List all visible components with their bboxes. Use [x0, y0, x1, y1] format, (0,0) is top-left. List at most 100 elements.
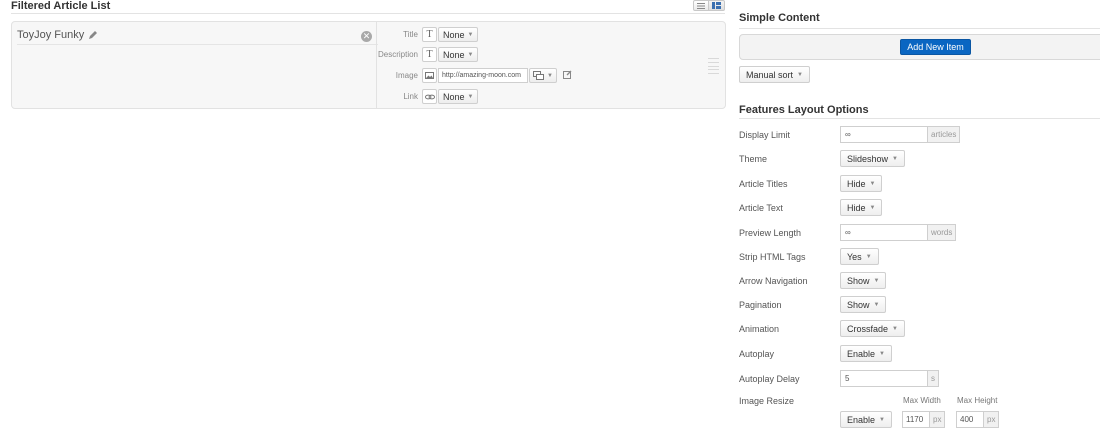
chevron-down-icon: ▼	[547, 72, 553, 79]
max-width-label: Max Width	[903, 396, 941, 405]
pagination-control: Show ▼	[840, 296, 887, 313]
close-icon[interactable]: ✕	[361, 31, 372, 42]
text-type-icon[interactable]: T	[422, 27, 437, 42]
strip-html-tags-dropdown[interactable]: Yes ▼	[840, 248, 879, 265]
title-field-label: Title	[403, 30, 418, 39]
display-limit-label: Display Limit	[739, 130, 791, 140]
autoplay-label: Autoplay	[739, 349, 775, 359]
arrow-navigation-control: Show ▼	[840, 272, 887, 289]
article-titles-label: Article Titles	[739, 179, 788, 189]
image-field-label: Image	[395, 71, 418, 80]
animation-control: Crossfade ▼	[840, 320, 905, 337]
animation-label: Animation	[739, 324, 780, 334]
chevron-down-icon: ▼	[873, 301, 880, 308]
description-field-label: Description	[377, 50, 418, 59]
chevron-down-icon: ▼	[797, 71, 803, 78]
description-source-select[interactable]: None ▼	[438, 47, 479, 62]
theme-dropdown[interactable]: Slideshow ▼	[840, 150, 905, 167]
theme-label: Theme	[739, 154, 768, 164]
view-toggle	[693, 0, 725, 11]
display-limit-unit: articles	[928, 126, 961, 143]
preview-length-control: ∞ words	[840, 224, 957, 241]
article-title-text: ToyJoy Funky	[17, 29, 85, 41]
add-item-bar: Add New Item	[739, 34, 1100, 60]
pencil-icon[interactable]	[88, 30, 98, 40]
image-resize-control: Enable ▼	[840, 411, 892, 428]
image-field-row: Image http://amazing-moon.com ▼	[376, 68, 572, 83]
article-titles-control: Hide ▼	[840, 175, 883, 192]
link-icon[interactable]	[422, 89, 437, 104]
article-titles-dropdown[interactable]: Hide ▼	[840, 175, 883, 192]
article-text-dropdown[interactable]: Hide ▼	[840, 199, 883, 216]
chevron-down-icon: ▼	[869, 180, 876, 187]
drag-handle-icon[interactable]	[708, 58, 719, 74]
chevron-down-icon: ▼	[879, 350, 885, 357]
preview-length-input[interactable]: ∞	[840, 224, 928, 241]
description-field-row: Description T None ▼	[376, 47, 479, 62]
pagination-label: Pagination	[739, 300, 782, 310]
max-width-unit: px	[930, 411, 946, 428]
divider	[739, 118, 1100, 119]
edit-icon[interactable]	[562, 70, 572, 81]
text-type-icon[interactable]: T	[422, 47, 437, 62]
media-picker-button[interactable]: ▼	[529, 68, 557, 83]
grid-view-button[interactable]	[709, 0, 725, 11]
image-resize-label: Image Resize	[739, 396, 795, 406]
chevron-down-icon: ▼	[879, 416, 885, 423]
simple-content-title: Simple Content	[739, 12, 820, 24]
pagination-dropdown[interactable]: Show ▼	[840, 296, 887, 313]
autoplay-delay-label: Autoplay Delay	[739, 374, 800, 384]
animation-dropdown[interactable]: Crossfade ▼	[840, 320, 905, 337]
link-source-select[interactable]: None ▼	[438, 89, 479, 104]
article-card-title[interactable]: ToyJoy Funky	[17, 29, 98, 41]
title-field-row: Title T None ▼	[376, 27, 479, 42]
image-icon[interactable]	[422, 68, 437, 83]
media-icon	[533, 71, 544, 80]
features-layout-options-title: Features Layout Options	[739, 104, 869, 116]
image-url-input[interactable]: http://amazing-moon.com	[438, 68, 528, 83]
title-source-select[interactable]: None ▼	[438, 27, 479, 42]
chevron-down-icon: ▼	[873, 277, 880, 284]
link-field-row: Link None ▼	[376, 89, 479, 104]
autoplay-delay-control: 5 s	[840, 370, 939, 387]
list-view-icon	[697, 2, 705, 9]
max-height-input[interactable]: 400	[956, 411, 984, 428]
grid-view-icon	[712, 2, 721, 9]
chevron-down-icon: ▼	[467, 93, 474, 100]
article-text-control: Hide ▼	[840, 199, 883, 216]
preview-length-label: Preview Length	[739, 228, 802, 238]
autoplay-delay-input[interactable]: 5	[840, 370, 928, 387]
image-resize-dropdown[interactable]: Enable ▼	[840, 411, 892, 428]
max-height-unit: px	[984, 411, 1000, 428]
divider	[739, 28, 1100, 29]
chevron-down-icon: ▼	[865, 253, 872, 260]
chevron-down-icon: ▼	[467, 51, 474, 58]
manual-sort-dropdown[interactable]: Manual sort ▼	[739, 66, 810, 83]
arrow-navigation-dropdown[interactable]: Show ▼	[840, 272, 887, 289]
add-new-item-button[interactable]: Add New Item	[900, 39, 971, 55]
max-height-label: Max Height	[957, 396, 998, 405]
strip-html-tags-control: Yes ▼	[840, 248, 879, 265]
max-width-control: 1170 px	[902, 411, 946, 428]
theme-control: Slideshow ▼	[840, 150, 905, 167]
max-height-control: 400 px	[956, 411, 1000, 428]
autoplay-delay-unit: s	[928, 370, 939, 387]
display-limit-control: ∞ articles	[840, 126, 961, 143]
chevron-down-icon: ▼	[869, 204, 876, 211]
max-width-input[interactable]: 1170	[902, 411, 930, 428]
preview-length-unit: words	[928, 224, 957, 241]
list-view-button[interactable]	[693, 0, 709, 11]
display-limit-input[interactable]: ∞	[840, 126, 928, 143]
arrow-navigation-label: Arrow Navigation	[739, 276, 808, 286]
chevron-down-icon: ▼	[892, 325, 898, 332]
article-card: ToyJoy Funky ✕ Title T None ▼ Description…	[11, 21, 726, 109]
chevron-down-icon: ▼	[467, 31, 474, 38]
autoplay-dropdown[interactable]: Enable ▼	[840, 345, 892, 362]
link-field-label: Link	[403, 92, 418, 101]
filtered-article-list-title: Filtered Article List	[11, 0, 111, 12]
strip-html-tags-label: Strip HTML Tags	[739, 252, 806, 262]
chevron-down-icon: ▼	[892, 155, 898, 162]
autoplay-control: Enable ▼	[840, 345, 892, 362]
divider	[17, 44, 378, 45]
divider	[11, 13, 725, 14]
